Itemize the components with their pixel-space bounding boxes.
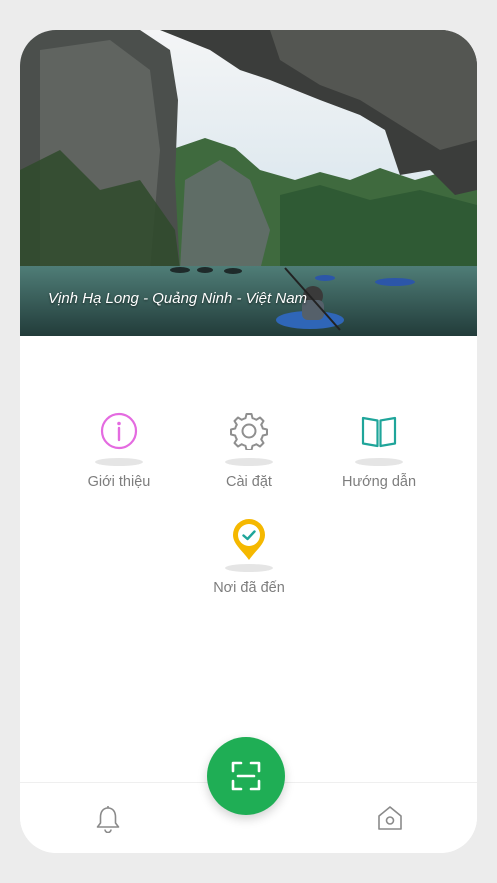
hero-caption: Vịnh Hạ Long - Quảng Ninh - Việt Nam: [48, 290, 308, 307]
menu-label-visited-places: Nơi đã đến: [213, 580, 285, 596]
home-icon[interactable]: [376, 805, 404, 836]
info-icon: [100, 412, 138, 450]
book-icon: [361, 416, 397, 448]
scan-icon: [231, 761, 261, 791]
menu-item-settings[interactable]: Cài đặt: [184, 412, 314, 490]
app-screen: Vịnh Hạ Long - Quảng Ninh - Việt Nam Giớ…: [20, 30, 477, 853]
menu-label-about: Giới thiệu: [87, 474, 151, 490]
menu-item-visited-places[interactable]: Nơi đã đến: [184, 518, 314, 596]
bell-icon[interactable]: [95, 805, 121, 838]
scan-button[interactable]: [207, 737, 285, 815]
menu-item-about[interactable]: Giới thiệu: [54, 412, 184, 490]
gear-icon: [230, 413, 268, 450]
menu-label-settings: Cài đặt: [226, 474, 272, 490]
location-check-icon: [233, 519, 265, 560]
menu-item-guide[interactable]: Hướng dẫn: [314, 412, 444, 490]
menu-label-guide: Hướng dẫn: [341, 474, 417, 490]
hero-banner: Vịnh Hạ Long - Quảng Ninh - Việt Nam: [20, 30, 477, 336]
